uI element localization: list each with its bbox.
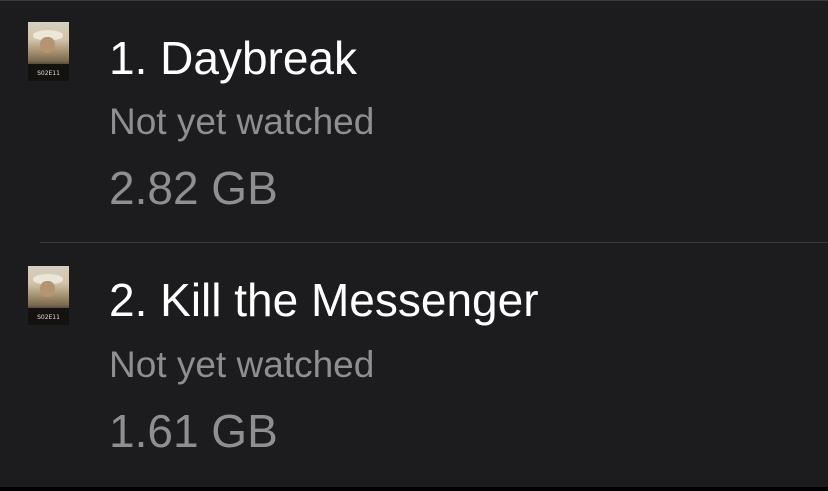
episode-row[interactable]: S02E11 1. Daybreak Not yet watched 2.82 … — [0, 1, 828, 242]
file-size: 1.61 GB — [109, 405, 278, 457]
episode-list: S02E11 1. Daybreak Not yet watched 2.82 … — [0, 0, 828, 487]
episode-row[interactable]: S02E11 2. Kill the Messenger Not yet wat… — [0, 243, 828, 484]
episode-title: 1. Daybreak — [109, 32, 358, 84]
file-size: 2.82 GB — [109, 162, 278, 214]
watch-status: Not yet watched — [109, 101, 375, 142]
thumbnail-face-shape — [40, 37, 55, 53]
episode-title: 2. Kill the Messenger — [109, 274, 539, 326]
thumbnail-label: S02E11 — [37, 314, 60, 321]
episode-thumbnail: S02E11 — [28, 266, 69, 325]
thumbnail-face-shape — [40, 281, 55, 297]
watch-status: Not yet watched — [109, 344, 375, 385]
episode-thumbnail: S02E11 — [28, 22, 69, 81]
thumbnail-label: S02E11 — [37, 70, 60, 77]
